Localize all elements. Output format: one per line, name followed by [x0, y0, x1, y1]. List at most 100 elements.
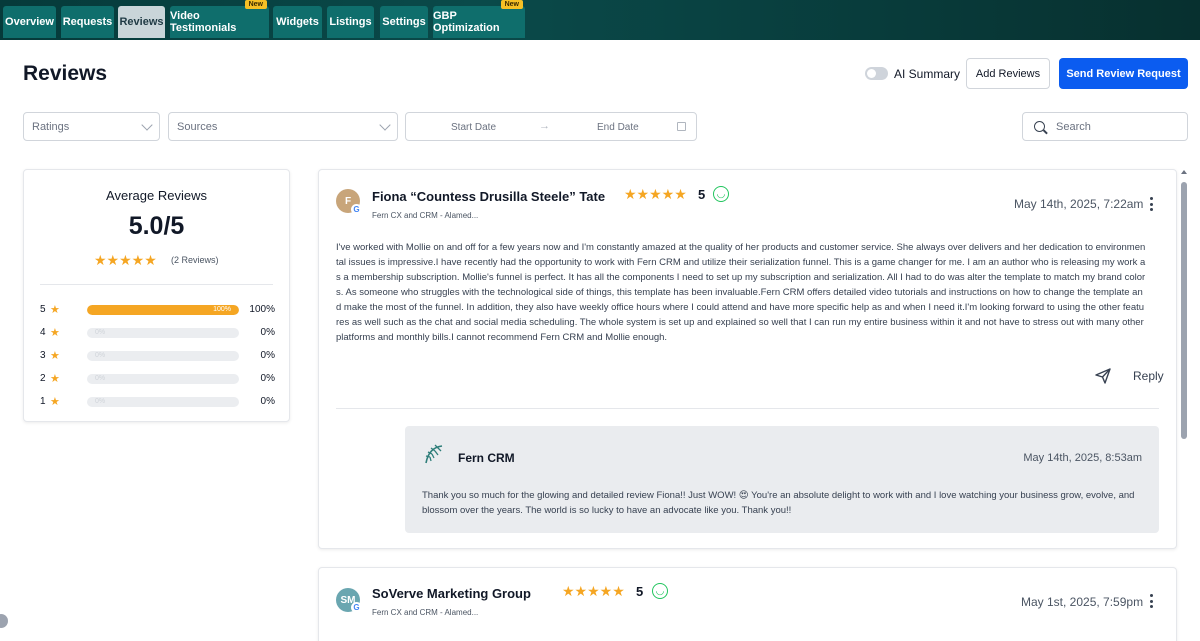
- more-options-icon[interactable]: [1149, 594, 1153, 608]
- rating-label: 2: [40, 373, 46, 384]
- start-date-placeholder: Start Date: [451, 122, 497, 133]
- rating-label: 1: [40, 396, 46, 407]
- rating-percent: 0%: [260, 373, 275, 384]
- rating-percent: 0%: [260, 350, 275, 361]
- send-review-request-button[interactable]: Send Review Request: [1059, 58, 1188, 89]
- review-date: May 14th, 2025, 7:22am: [1014, 197, 1144, 211]
- rating-percent: 100%: [249, 304, 275, 315]
- end-date-placeholder: End Date: [597, 122, 639, 133]
- star-icon: ★: [50, 373, 60, 385]
- scroll-up-arrow-icon[interactable]: [1181, 170, 1187, 174]
- google-icon: G: [351, 204, 362, 215]
- arrow-right-icon: →: [539, 120, 550, 132]
- sources-select[interactable]: Sources: [168, 112, 398, 141]
- reply-label: Reply: [1133, 369, 1164, 383]
- rating-bar-label: 100%: [213, 306, 231, 313]
- smile-icon: ◡: [713, 186, 729, 202]
- rating-percent: 0%: [260, 327, 275, 338]
- tab-label: Requests: [62, 16, 113, 28]
- tab-gbp-optimization[interactable]: GBP Optimization New: [433, 0, 525, 38]
- divider: [40, 284, 273, 285]
- review-rating: 5: [698, 187, 706, 202]
- tab-video-testimonials[interactable]: Video Testimonials New: [170, 0, 269, 38]
- rating-percent: 0%: [260, 396, 275, 407]
- rating-row-1: 1 ★ 0% 0%: [40, 396, 275, 408]
- review-text: I've worked with Mollie on and off for a…: [336, 242, 1146, 343]
- tab-requests[interactable]: Requests: [61, 6, 114, 38]
- rating-row-5: 5 ★ 100% 100%: [40, 304, 275, 316]
- divider: [336, 408, 1159, 409]
- tab-label: Video Testimonials: [170, 10, 237, 34]
- review-card: SM G SoVerve Marketing Group Fern CX and…: [318, 567, 1177, 641]
- more-options-icon[interactable]: [1149, 197, 1153, 211]
- tab-label: GBP Optimization: [433, 10, 500, 34]
- responder-name: Fern CRM: [458, 451, 515, 465]
- tab-label: Settings: [382, 16, 426, 28]
- add-reviews-button[interactable]: Add Reviews: [966, 58, 1050, 89]
- rating-bar-label: 0%: [95, 375, 106, 382]
- fern-logo-icon: [425, 444, 443, 464]
- rating-bar: 0%: [87, 397, 239, 407]
- chevron-down-icon: [141, 119, 153, 131]
- response-date: May 14th, 2025, 8:53am: [1023, 452, 1142, 464]
- reviewer-name: SoVerve Marketing Group: [372, 586, 531, 601]
- tab-settings[interactable]: Settings: [380, 6, 428, 38]
- search-input[interactable]: Search: [1022, 112, 1188, 141]
- average-score: 5.0/5: [128, 212, 185, 240]
- review-stars: ★★★★★: [624, 186, 687, 202]
- review-date: May 1st, 2025, 7:59pm: [1021, 595, 1144, 609]
- new-badge: New: [244, 0, 267, 9]
- review-stars: ★★★★★: [562, 583, 625, 599]
- star-icon: ★: [50, 396, 60, 408]
- average-reviews-title: Average Reviews: [106, 188, 207, 203]
- new-badge: New: [500, 0, 523, 9]
- review-card: F G Fiona “Countess Drusilla Steele” Tat…: [318, 169, 1177, 549]
- rating-bar-label: 0%: [95, 329, 106, 336]
- review-source: Fern CX and CRM - Alamed...: [372, 608, 479, 617]
- page-title: Reviews: [23, 62, 108, 85]
- star-icon: ★: [50, 327, 60, 339]
- rating-label: 5: [40, 304, 46, 315]
- sources-placeholder: Sources: [177, 120, 218, 133]
- smile-icon: ◡: [652, 583, 668, 599]
- rating-bar: 0%: [87, 374, 239, 384]
- ai-summary-label: AI Summary: [894, 67, 961, 81]
- average-reviews-card: Average Reviews 5.0/5 ★★★★★ (2 Reviews) …: [23, 169, 290, 422]
- rating-bar-label: 0%: [95, 352, 106, 359]
- average-stars: ★★★★★: [94, 252, 157, 268]
- reviewer-name: Fiona “Countess Drusilla Steele” Tate: [372, 189, 606, 204]
- star-icon: ★: [50, 350, 60, 362]
- date-range-picker[interactable]: Start Date → End Date: [405, 112, 697, 141]
- rating-row-4: 4 ★ 0% 0%: [40, 327, 275, 339]
- rating-label: 4: [40, 327, 46, 338]
- tab-widgets[interactable]: Widgets: [273, 6, 322, 38]
- tab-label: Widgets: [276, 16, 319, 28]
- review-count: (2 Reviews): [171, 255, 219, 265]
- scrollbar-thumb[interactable]: [1181, 182, 1187, 439]
- review-rating: 5: [636, 584, 644, 599]
- calendar-icon: [677, 122, 686, 131]
- rating-bar-label: 0%: [95, 398, 106, 405]
- send-icon: [1095, 368, 1111, 384]
- google-icon: G: [351, 602, 362, 613]
- tab-label: Overview: [5, 16, 54, 28]
- tab-reviews[interactable]: Reviews: [118, 6, 165, 38]
- search-placeholder: Search: [1056, 121, 1091, 133]
- star-icon: ★: [50, 304, 60, 316]
- rating-bar: 0%: [87, 328, 239, 338]
- review-source: Fern CX and CRM - Alamed...: [372, 211, 479, 220]
- top-nav: Overview Requests Reviews Video Testimon…: [0, 0, 1200, 40]
- tab-label: Listings: [329, 16, 372, 28]
- response-text: Thank you so much for the glowing and de…: [422, 490, 1135, 516]
- tab-overview[interactable]: Overview: [3, 6, 56, 38]
- owner-response: Fern CRM May 14th, 2025, 8:53am Thank yo…: [405, 426, 1159, 533]
- rating-row-3: 3 ★ 0% 0%: [40, 350, 275, 362]
- ai-summary-toggle[interactable]: [865, 67, 888, 80]
- rating-bar: 0%: [87, 351, 239, 361]
- chevron-down-icon: [379, 119, 391, 131]
- tab-listings[interactable]: Listings: [327, 6, 374, 38]
- ratings-placeholder: Ratings: [32, 120, 70, 133]
- help-widget-icon[interactable]: [0, 614, 8, 628]
- rating-label: 3: [40, 350, 46, 361]
- ratings-select[interactable]: Ratings: [23, 112, 160, 141]
